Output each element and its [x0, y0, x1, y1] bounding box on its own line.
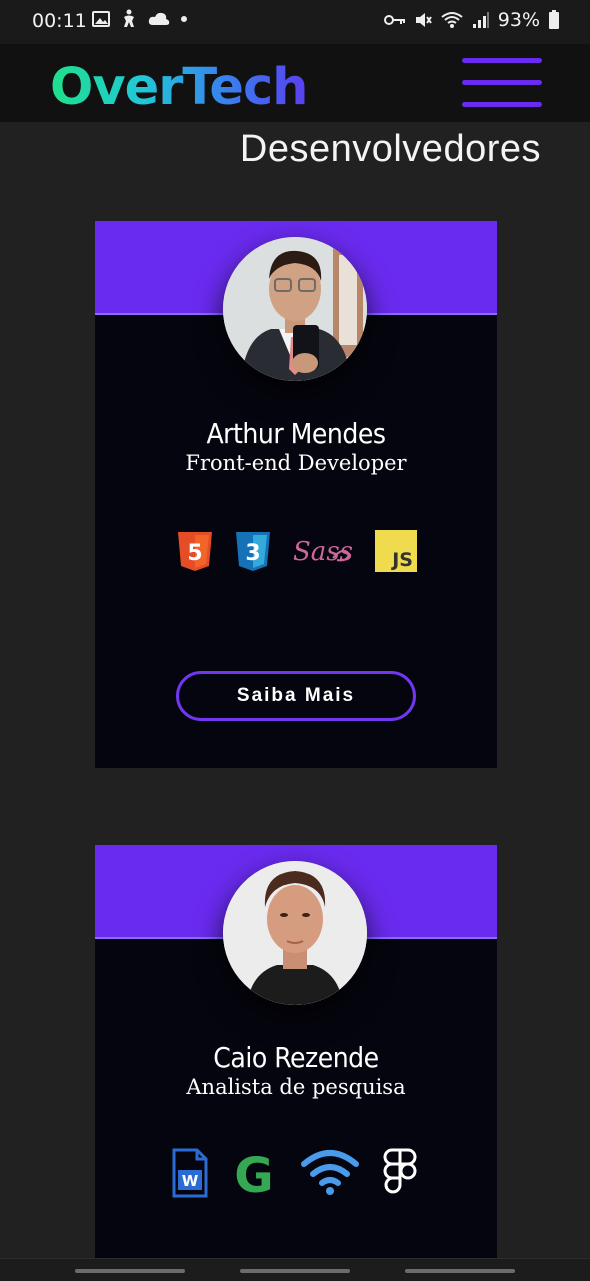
developer-card: Caio Rezende Analista de pesquisa W G — [95, 845, 497, 1260]
recent-apps-button[interactable] — [75, 1269, 185, 1273]
developer-role: Front-end Developer — [185, 451, 407, 475]
sass-icon: Sass — [291, 528, 353, 574]
back-button[interactable] — [405, 1269, 515, 1273]
wifi-icon — [440, 11, 464, 29]
hamburger-menu-icon[interactable] — [462, 58, 542, 110]
mute-icon — [414, 11, 432, 29]
top-navbar: OverTech — [0, 44, 590, 122]
signal-icon — [472, 11, 490, 29]
svg-text:3: 3 — [245, 541, 260, 566]
figma-icon — [382, 1148, 418, 1198]
system-navigation-bar — [0, 1258, 590, 1281]
tech-stack: W G — [95, 1148, 497, 1198]
avatar — [223, 237, 367, 381]
svg-text:G: G — [234, 1148, 273, 1198]
status-bar: 00:11 93% — [0, 0, 590, 44]
svg-text:W: W — [182, 1172, 199, 1190]
developer-card: Arthur Mendes Front-end Developer 5 3 Sa… — [95, 221, 497, 768]
vpn-key-icon — [383, 13, 406, 27]
word-document-icon: W — [171, 1148, 209, 1198]
battery-icon — [548, 10, 560, 30]
wifi-icon — [300, 1148, 360, 1196]
javascript-icon: JS — [375, 530, 417, 572]
html5-icon: 5 — [172, 528, 218, 574]
developer-name: Arthur Mendes — [206, 417, 386, 450]
tech-stack: 5 3 Sass JS — [95, 528, 497, 574]
accessibility-icon — [120, 9, 138, 29]
developer-role: Analista de pesquisa — [186, 1075, 406, 1099]
developer-name: Caio Rezende — [213, 1041, 379, 1074]
svg-text:JS: JS — [390, 549, 413, 571]
dot-icon — [180, 15, 188, 23]
svg-text:5: 5 — [187, 541, 202, 566]
saiba-mais-button[interactable]: Saiba Mais — [176, 671, 416, 721]
gallery-icon — [92, 10, 110, 28]
logo-text: OverTech — [50, 58, 307, 112]
battery-percent: 93% — [497, 9, 540, 31]
svg-text:Sass: Sass — [293, 537, 353, 567]
overtech-logo[interactable]: OverTech — [50, 52, 310, 112]
status-time: 00:11 — [32, 10, 87, 32]
google-icon: G — [229, 1148, 279, 1198]
page-title: Desenvolvedores — [239, 128, 541, 170]
avatar — [223, 861, 367, 1005]
css3-icon: 3 — [230, 528, 276, 574]
cloud-icon — [148, 11, 170, 27]
home-button[interactable] — [240, 1269, 350, 1273]
